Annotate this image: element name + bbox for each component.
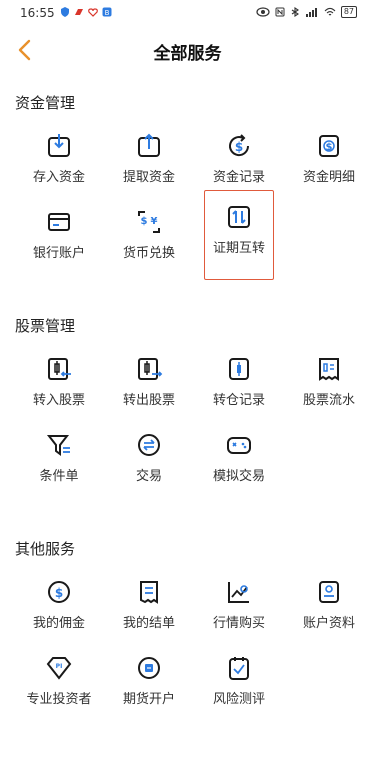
grid-item-professional-investor[interactable]: PI 专业投资者 — [14, 642, 104, 712]
svg-text:B: B — [105, 9, 110, 17]
transfer-arrows-icon — [228, 206, 250, 228]
grid-item-label: 转入股票 — [32, 393, 85, 408]
candlestick-icon — [229, 358, 249, 380]
exchange-circle-icon — [138, 434, 160, 456]
grid-item-currency-exchange[interactable]: $ ¥ 货币兑换 — [104, 196, 194, 266]
grid-item-fund-records[interactable]: $ 资金记录 — [194, 120, 284, 190]
status-time: 16:55 — [20, 6, 55, 20]
grid-item-label: 存入资金 — [32, 170, 85, 185]
clipboard-check-icon — [229, 657, 249, 680]
grid-item-label: 期货开户 — [122, 692, 175, 707]
status-right-icons: 87 — [256, 6, 357, 18]
app-notification-icon — [75, 9, 83, 15]
grid-item-label: 条件单 — [39, 469, 79, 484]
grid-item-label: 货币兑换 — [122, 246, 175, 261]
signal-icon — [305, 8, 317, 17]
grid-item-label: 我的佣金 — [32, 616, 85, 631]
grid-item-label: 行情购买 — [212, 616, 265, 631]
wifi-icon — [324, 7, 336, 16]
futures-circle-icon — [138, 657, 160, 679]
grid-item-label: 我的结单 — [122, 616, 175, 631]
grid-item-label: 风险测评 — [212, 692, 265, 707]
nfc-icon — [275, 7, 285, 17]
deposit-icon — [48, 134, 70, 157]
grid-item-label: 交易 — [135, 469, 162, 484]
status-notification-icons: B — [60, 7, 112, 17]
page-title: 全部服务 — [153, 44, 222, 64]
grid-item-transfer-out-stocks[interactable]: 转出股票 — [104, 343, 194, 413]
grid-item-futures-account-opening[interactable]: 期货开户 — [104, 642, 194, 712]
grid-item-trade[interactable]: 交易 — [104, 419, 194, 489]
grid-item-label: 模拟交易 — [212, 469, 265, 484]
section-title-funds: 资金管理 — [15, 94, 76, 112]
line-chart-icon — [228, 582, 249, 603]
stock-transfer-out-icon — [138, 358, 163, 380]
grid-item-fund-details[interactable]: $ 资金明细 — [284, 120, 374, 190]
dollar-receipt-icon: $ — [319, 135, 339, 157]
withdraw-icon — [138, 133, 160, 157]
nav-bar: 全部服务 — [0, 28, 375, 72]
bluetooth-icon — [291, 7, 299, 17]
svg-text:$: $ — [55, 586, 63, 600]
grid-item-my-commission[interactable]: $ 我的佣金 — [14, 566, 104, 636]
bank-card-icon — [48, 213, 70, 231]
grid-item-conditional-order[interactable]: 条件单 — [14, 419, 104, 489]
grid-item-label: 提取资金 — [122, 170, 175, 185]
shield-icon — [61, 7, 69, 17]
section-title-stocks: 股票管理 — [15, 317, 76, 335]
grid-item-label: 专业投资者 — [26, 692, 92, 707]
svg-text:$: $ — [141, 216, 148, 227]
grid-item-transfer-in-stocks[interactable]: 转入股票 — [14, 343, 104, 413]
grid-item-label: 转仓记录 — [212, 393, 265, 408]
grid-item-my-statement[interactable]: 我的结单 — [104, 566, 194, 636]
dollar-circle-icon: $ — [48, 581, 70, 603]
grid-item-account-info[interactable]: 账户资料 — [284, 566, 374, 636]
grid-item-stock-statement[interactable]: 股票流水 — [284, 343, 374, 413]
gamepad-icon — [227, 437, 251, 454]
grid-item-transfer-records[interactable]: 转仓记录 — [194, 343, 284, 413]
stock-receipt-icon — [319, 358, 339, 381]
grid-item-simulated-trading[interactable]: 模拟交易 — [194, 419, 284, 489]
document-icon — [140, 581, 158, 604]
grid-item-market-data-purchase[interactable]: 行情购买 — [194, 566, 284, 636]
grid-item-securities-futures-transfer[interactable]: 证期互转 — [204, 190, 274, 280]
grid-item-bank-account[interactable]: 银行账户 — [14, 196, 104, 266]
grid-item-label: 银行账户 — [32, 246, 85, 261]
grid-item-label: 转出股票 — [122, 393, 175, 408]
heart-icon — [88, 8, 98, 17]
dollar-cycle-icon: $ — [229, 134, 250, 157]
grid-item-label: 证期互转 — [212, 241, 265, 256]
grid-item-withdraw-funds[interactable]: 提取资金 — [104, 120, 194, 190]
section-title-other: 其他服务 — [15, 540, 76, 558]
battery-indicator: 87 — [340, 6, 357, 18]
eye-icon — [256, 7, 270, 17]
filter-icon — [46, 435, 70, 456]
diamond-badge-icon: PI — [46, 657, 72, 680]
currency-exchange-icon: $ ¥ — [138, 211, 160, 233]
stock-transfer-in-icon — [48, 358, 71, 380]
profile-card-icon — [319, 581, 339, 603]
grid-item-deposit-funds[interactable]: 存入资金 — [14, 120, 104, 190]
grid-item-label: 账户资料 — [302, 616, 355, 631]
status-bar: 16:55 B 87 — [0, 0, 375, 26]
svg-text:$: $ — [235, 140, 243, 154]
grid-item-risk-assessment[interactable]: 风险测评 — [194, 642, 284, 712]
svg-text:¥: ¥ — [151, 216, 158, 227]
svg-text:PI: PI — [56, 663, 63, 670]
grid-item-label: 股票流水 — [302, 393, 355, 408]
grid-item-label: 资金明细 — [302, 170, 355, 185]
grid-item-label: 资金记录 — [212, 170, 265, 185]
app-badge-icon: B — [102, 7, 112, 17]
svg-text:$: $ — [326, 142, 333, 153]
